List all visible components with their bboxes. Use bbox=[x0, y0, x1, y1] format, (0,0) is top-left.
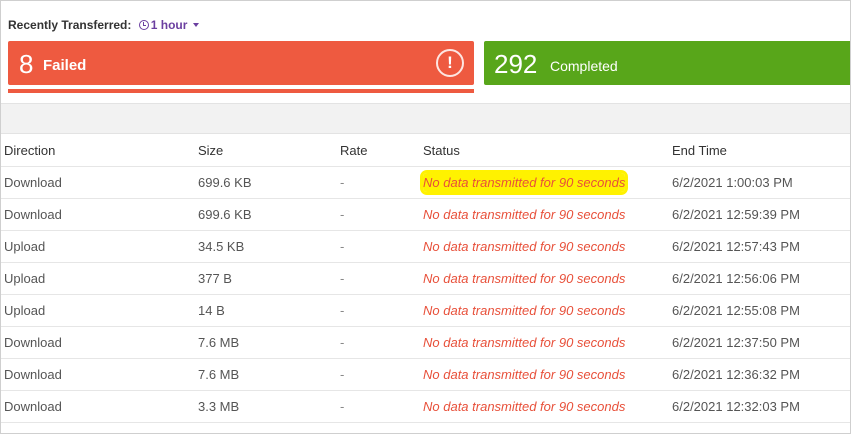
cell-status: No data transmitted for 90 seconds bbox=[423, 166, 672, 199]
column-header-size[interactable]: Size bbox=[198, 134, 340, 167]
cell-size: 377 B bbox=[198, 262, 340, 295]
status-text: No data transmitted for 90 seconds bbox=[423, 335, 626, 350]
cell-size: 34.5 KB bbox=[198, 230, 340, 263]
status-text: No data transmitted for 90 seconds bbox=[423, 271, 626, 286]
completed-label: Completed bbox=[550, 58, 618, 74]
status-text: No data transmitted for 90 seconds bbox=[423, 303, 626, 318]
cell-size: 3.3 MB bbox=[198, 390, 340, 423]
table-header-row: Direction Size Rate Status End Time bbox=[1, 134, 850, 167]
status-text: No data transmitted for 90 seconds bbox=[423, 207, 626, 222]
cell-direction: Upload bbox=[1, 262, 198, 295]
table-row[interactable]: Upload 14 B - No data transmitted for 90… bbox=[1, 294, 850, 327]
table-row[interactable]: Download 699.6 KB - No data transmitted … bbox=[1, 166, 850, 199]
status-text-highlighted: No data transmitted for 90 seconds bbox=[423, 173, 626, 192]
column-header-direction[interactable]: Direction bbox=[1, 134, 198, 167]
cell-size: 7.6 MB bbox=[198, 358, 340, 391]
cell-end-time: 6/2/2021 12:36:32 PM bbox=[672, 358, 850, 391]
cell-direction: Download bbox=[1, 198, 198, 231]
cell-status: No data transmitted for 90 seconds bbox=[423, 390, 672, 423]
cell-direction: Upload bbox=[1, 230, 198, 263]
cell-direction: Download bbox=[1, 358, 198, 391]
recently-transferred-filter: Recently Transferred: 1 hour bbox=[8, 18, 200, 32]
cell-status: No data transmitted for 90 seconds bbox=[423, 326, 672, 359]
completed-count: 292 bbox=[494, 49, 538, 79]
cell-size: 14 B bbox=[198, 294, 340, 327]
table-row[interactable]: Upload 377 B - No data transmitted for 9… bbox=[1, 262, 850, 295]
cell-end-time: 6/2/2021 12:32:03 PM bbox=[672, 390, 850, 423]
completed-transfers-card[interactable]: 292 Completed bbox=[484, 41, 850, 85]
cell-status: No data transmitted for 90 seconds bbox=[423, 262, 672, 295]
table-row[interactable]: Download 3.3 MB - No data transmitted fo… bbox=[1, 390, 850, 423]
cell-direction: Download bbox=[1, 390, 198, 423]
time-range-value: 1 hour bbox=[150, 18, 188, 32]
table-row[interactable]: Download 699.6 KB - No data transmitted … bbox=[1, 198, 850, 231]
cell-size: 7.6 MB bbox=[198, 326, 340, 359]
transfers-table: Direction Size Rate Status End Time Down… bbox=[1, 134, 850, 423]
failed-transfers-card[interactable]: 8 Failed ! bbox=[8, 41, 474, 85]
table-row[interactable]: Download 7.6 MB - No data transmitted fo… bbox=[1, 326, 850, 359]
cell-size: 699.6 KB bbox=[198, 198, 340, 231]
cell-rate: - bbox=[340, 230, 423, 263]
cell-rate: - bbox=[340, 390, 423, 423]
table-row[interactable]: Download 7.6 MB - No data transmitted fo… bbox=[1, 358, 850, 391]
cell-rate: - bbox=[340, 358, 423, 391]
table-toolbar bbox=[1, 103, 850, 134]
failed-label: Failed bbox=[43, 57, 87, 74]
cell-rate: - bbox=[340, 294, 423, 327]
transfers-panel: Recently Transferred: 1 hour 8 Failed ! … bbox=[0, 0, 851, 434]
cell-rate: - bbox=[340, 262, 423, 295]
alert-circle-icon: ! bbox=[436, 49, 464, 77]
column-header-end-time[interactable]: End Time bbox=[672, 134, 850, 167]
failed-card-selected-indicator bbox=[8, 89, 474, 93]
cell-direction: Upload bbox=[1, 294, 198, 327]
column-header-status[interactable]: Status bbox=[423, 134, 672, 167]
cell-rate: - bbox=[340, 326, 423, 359]
clock-icon bbox=[138, 20, 149, 30]
cell-rate: - bbox=[340, 198, 423, 231]
column-header-rate[interactable]: Rate bbox=[340, 134, 423, 167]
cell-end-time: 6/2/2021 12:56:06 PM bbox=[672, 262, 850, 295]
time-range-dropdown[interactable]: 1 hour bbox=[135, 18, 200, 32]
cell-status: No data transmitted for 90 seconds bbox=[423, 230, 672, 263]
cell-end-time: 6/2/2021 12:57:43 PM bbox=[672, 230, 850, 263]
cell-direction: Download bbox=[1, 326, 198, 359]
cell-rate: - bbox=[340, 166, 423, 199]
caret-down-icon bbox=[193, 23, 200, 27]
cell-size: 699.6 KB bbox=[198, 166, 340, 199]
cell-direction: Download bbox=[1, 166, 198, 199]
cell-status: No data transmitted for 90 seconds bbox=[423, 198, 672, 231]
status-text: No data transmitted for 90 seconds bbox=[423, 239, 626, 254]
status-text: No data transmitted for 90 seconds bbox=[423, 399, 626, 414]
table-row[interactable]: Upload 34.5 KB - No data transmitted for… bbox=[1, 230, 850, 263]
cell-end-time: 6/2/2021 12:37:50 PM bbox=[672, 326, 850, 359]
cell-end-time: 6/2/2021 12:59:39 PM bbox=[672, 198, 850, 231]
failed-count: 8 bbox=[19, 49, 34, 79]
filter-label: Recently Transferred: bbox=[8, 18, 132, 32]
cell-status: No data transmitted for 90 seconds bbox=[423, 358, 672, 391]
cell-status: No data transmitted for 90 seconds bbox=[423, 294, 672, 327]
cell-end-time: 6/2/2021 12:55:08 PM bbox=[672, 294, 850, 327]
status-text: No data transmitted for 90 seconds bbox=[423, 367, 626, 382]
cell-end-time: 6/2/2021 1:00:03 PM bbox=[672, 166, 850, 199]
